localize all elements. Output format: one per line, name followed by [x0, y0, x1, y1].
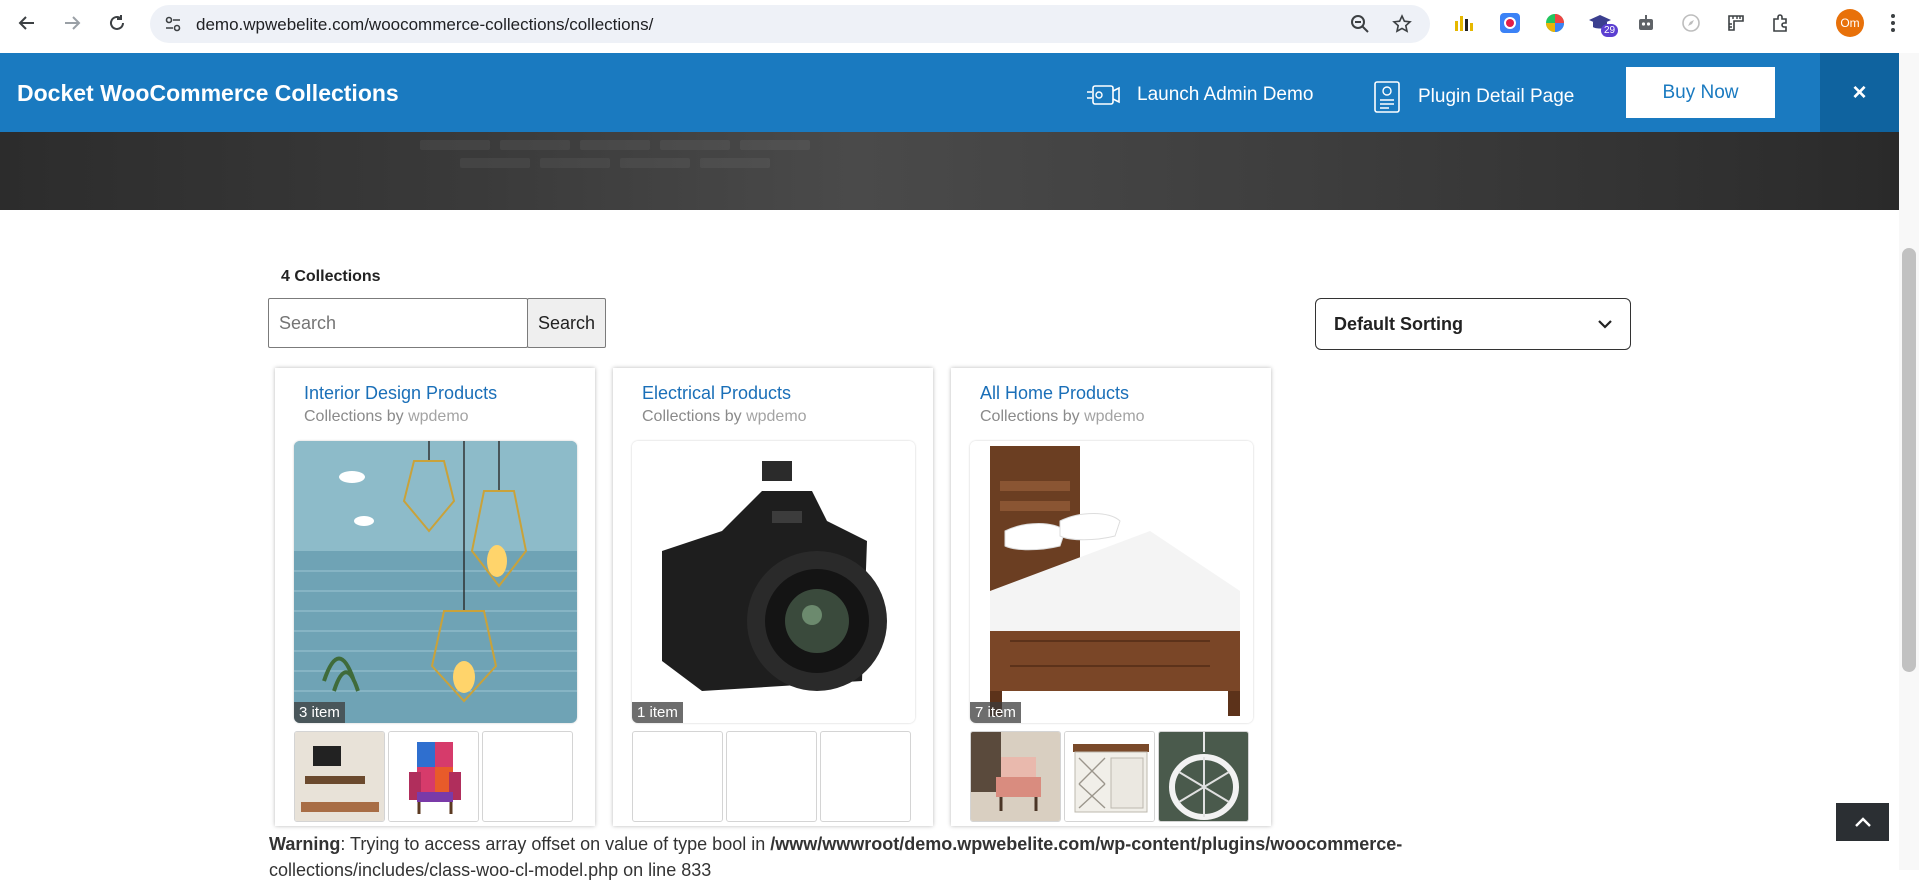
collection-main-image[interactable]: 3 item — [294, 441, 577, 723]
accent-chair-thumb — [971, 732, 1060, 821]
collection-byline: Collections by wpdemo — [642, 408, 807, 425]
plugin-detail-page-link[interactable]: Plugin Detail Page — [1372, 80, 1574, 114]
product-thumbnail-empty[interactable] — [482, 731, 573, 822]
video-admin-icon — [1087, 85, 1120, 105]
collection-card: Electrical Products Collections by wpdem… — [613, 368, 933, 826]
php-warning-line-2: collections/includes/class-woo-cl-model.… — [269, 860, 711, 881]
collection-byline: Collections by wpdemo — [980, 408, 1145, 425]
document-icon — [1374, 81, 1400, 113]
site-info-icon[interactable] — [164, 15, 182, 38]
warning-path-continued: collections/includes/class-woo-cl-model.… — [269, 860, 619, 880]
forward-icon[interactable] — [59, 10, 85, 36]
search-input[interactable] — [268, 298, 528, 348]
author-link[interactable]: wpdemo — [408, 408, 468, 425]
warning-path: /www/wwwroot/demo.wpwebelite.com/wp-cont… — [770, 834, 1403, 854]
warning-message: : Trying to access array offset on value… — [340, 834, 771, 854]
product-thumbnail-empty[interactable] — [632, 731, 723, 822]
robot-extension-icon[interactable] — [1633, 10, 1659, 36]
product-thumbnail-empty[interactable] — [726, 731, 817, 822]
profile-avatar[interactable]: Om — [1836, 9, 1864, 37]
hanging-chair-thumb — [1159, 732, 1248, 821]
collection-main-image[interactable]: 7 item — [970, 441, 1253, 723]
collection-card: Interior Design Products Collections by … — [275, 368, 595, 826]
pendant-lamps-image — [294, 441, 577, 723]
sort-selected-label: Default Sorting — [1334, 313, 1463, 334]
collection-title-link[interactable]: Electrical Products — [642, 383, 791, 404]
search-button[interactable]: Search — [527, 298, 606, 348]
tv-stand-thumb — [295, 732, 384, 821]
item-count-badge: 3 item — [294, 702, 345, 723]
author-link[interactable]: wpdemo — [746, 408, 806, 425]
browser-toolbar: demo.wpwebelite.com/woocommerce-collecti… — [0, 0, 1919, 53]
dslr-camera-image — [632, 441, 915, 723]
product-thumbnail[interactable] — [970, 731, 1061, 822]
sort-select[interactable]: Default Sorting — [1315, 298, 1631, 350]
back-icon[interactable] — [14, 10, 40, 36]
collection-main-image[interactable]: 1 item — [632, 441, 915, 723]
warning-label: Warning — [269, 834, 341, 854]
chevron-up-icon — [1854, 817, 1871, 827]
collection-title-link[interactable]: Interior Design Products — [304, 383, 497, 404]
reload-icon[interactable] — [104, 10, 130, 36]
extension-badge: 29 — [1601, 24, 1619, 37]
chevron-down-icon — [1598, 320, 1612, 329]
brand-title: Docket WooCommerce Collections — [17, 80, 399, 106]
collections-count: 4 Collections — [281, 268, 381, 285]
zoom-icon[interactable] — [1350, 14, 1370, 39]
graduation-cap-extension-icon[interactable]: 29 — [1587, 10, 1619, 37]
author-link[interactable]: wpdemo — [1084, 408, 1144, 425]
close-bar-button[interactable]: × — [1820, 53, 1899, 132]
close-icon: × — [1852, 78, 1867, 106]
ruler-extension-icon[interactable] — [1723, 10, 1749, 36]
bar-chart-extension-icon[interactable] — [1452, 10, 1478, 36]
warning-line-text: on line — [618, 860, 682, 880]
product-thumbnail[interactable] — [1158, 731, 1249, 822]
collection-title-link[interactable]: All Home Products — [980, 383, 1129, 404]
collection-card: All Home Products Collections by wpdemo … — [951, 368, 1271, 826]
hero-banner-image — [0, 132, 1899, 210]
color-picker-extension-icon[interactable] — [1497, 10, 1523, 36]
item-count-badge: 1 item — [632, 702, 683, 723]
launch-admin-demo-link[interactable]: Launch Admin Demo — [1085, 80, 1313, 110]
color-wheel-extension-icon[interactable] — [1542, 10, 1568, 36]
item-count-badge: 7 item — [970, 702, 1021, 723]
product-thumbnail[interactable] — [388, 731, 479, 822]
buy-now-button[interactable]: Buy Now — [1626, 67, 1775, 118]
launch-admin-label: Launch Admin Demo — [1137, 84, 1314, 105]
warning-line-number: 833 — [681, 860, 712, 880]
plugin-detail-label: Plugin Detail Page — [1418, 86, 1575, 107]
back-to-top-button[interactable] — [1836, 803, 1889, 841]
extensions-puzzle-icon[interactable] — [1768, 10, 1794, 36]
collection-byline: Collections by wpdemo — [304, 408, 469, 425]
bookmark-star-icon[interactable] — [1392, 14, 1412, 39]
menu-kebab-icon[interactable] — [1880, 10, 1906, 36]
wine-cabinet-thumb — [1065, 732, 1154, 821]
scrollbar-thumb[interactable] — [1902, 248, 1916, 672]
product-thumbnail[interactable] — [1064, 731, 1155, 822]
address-bar[interactable]: demo.wpwebelite.com/woocommerce-collecti… — [150, 5, 1430, 43]
patchwork-chair-thumb — [389, 732, 478, 821]
wooden-bed-image — [970, 441, 1253, 723]
compass-extension-icon[interactable] — [1678, 10, 1704, 36]
url-text[interactable]: demo.wpwebelite.com/woocommerce-collecti… — [196, 15, 653, 35]
product-thumbnail-empty[interactable] — [820, 731, 911, 822]
product-thumbnail[interactable] — [294, 731, 385, 822]
php-warning-line-1: Warning: Trying to access array offset o… — [269, 834, 1402, 855]
plugin-demo-bar: Docket WooCommerce Collections Launch Ad… — [0, 53, 1899, 132]
